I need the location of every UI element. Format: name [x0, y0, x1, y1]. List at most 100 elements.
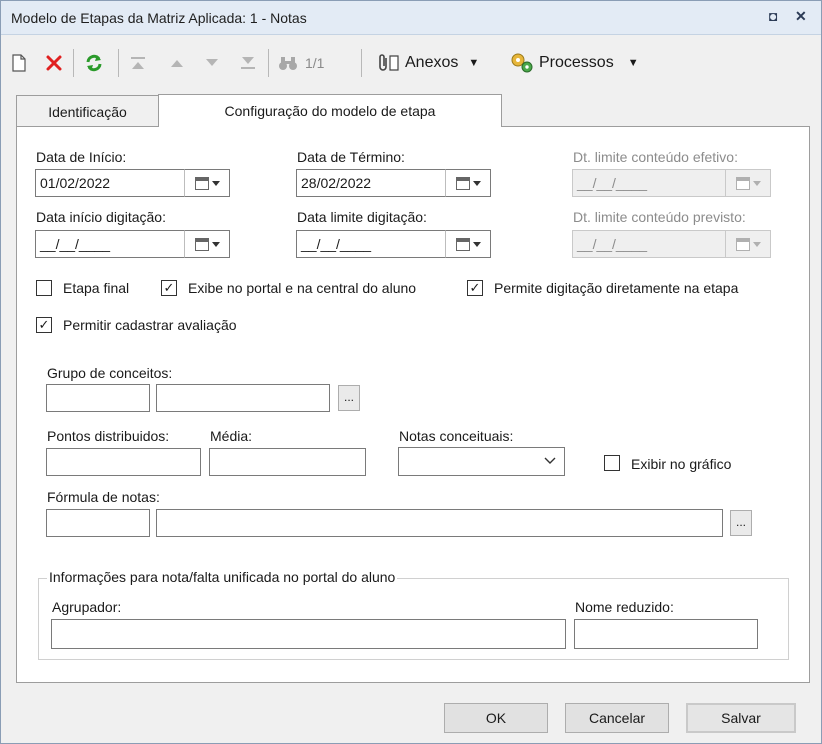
concept-notes-select[interactable] — [398, 447, 565, 476]
toolbar-separator — [268, 49, 269, 77]
calendar-icon — [455, 176, 470, 190]
final-stage-label: Etapa final — [63, 280, 130, 296]
search-button[interactable] — [278, 51, 298, 75]
start-date-label: Data de Início: — [36, 149, 127, 165]
formula-code-field[interactable] — [46, 509, 150, 537]
end-date-calendar-button[interactable] — [445, 169, 491, 197]
concept-group-lookup-button[interactable]: ... — [338, 385, 360, 411]
tab-configuracao[interactable]: Configuração do modelo de etapa — [158, 94, 502, 127]
calendar-icon — [194, 237, 209, 251]
short-name-label: Nome reduzido: — [575, 599, 674, 615]
short-name-field[interactable] — [574, 619, 758, 649]
average-field[interactable] — [209, 448, 366, 476]
show-portal-label: Exibe no portal e na central do aluno — [188, 280, 417, 296]
cancel-button[interactable]: Cancelar — [565, 703, 669, 733]
allow-evaluation-label: Permitir cadastrar avaliação — [63, 317, 237, 333]
typing-limit-calendar-button[interactable] — [445, 230, 491, 258]
attachments-button[interactable]: Anexos ▼ — [377, 51, 479, 75]
first-record-icon — [131, 57, 145, 69]
next-record-button[interactable] — [204, 51, 220, 75]
toolbar-separator — [118, 49, 119, 77]
processes-button[interactable]: Processos ▼ — [509, 51, 639, 75]
concept-group-code-field[interactable] — [46, 384, 150, 412]
refresh-button[interactable] — [84, 51, 104, 75]
typing-start-calendar-button[interactable] — [184, 230, 230, 258]
tab-identificacao[interactable]: Identificação — [16, 95, 159, 127]
planned-limit-label: Dt. limite conteúdo previsto: — [573, 209, 746, 225]
toolbar: 1/1 Anexos ▼ Processos ▼ — [1, 37, 821, 89]
final-stage-checkbox[interactable] — [36, 280, 52, 296]
typing-start-label: Data início digitação: — [36, 209, 166, 225]
typing-limit-label: Data limite digitação: — [297, 209, 427, 225]
chevron-down-icon — [752, 241, 761, 247]
chevron-down-icon — [752, 180, 761, 186]
calendar-icon — [735, 237, 750, 251]
concept-notes-label: Notas conceituais: — [399, 428, 514, 444]
tab-label: Configuração do modelo de etapa — [224, 103, 436, 119]
grouper-field[interactable] — [51, 619, 566, 649]
tab-label: Identificação — [48, 103, 127, 120]
last-record-icon — [241, 57, 255, 69]
show-chart-checkbox[interactable] — [604, 455, 620, 471]
planned-limit-field: __/__/____ — [572, 230, 726, 258]
toolbar-separator — [361, 49, 362, 77]
effective-limit-field: __/__/____ — [572, 169, 726, 197]
toolbar-separator — [73, 49, 74, 77]
planned-limit-calendar-button — [725, 230, 771, 258]
caret-down-icon: ▼ — [468, 57, 480, 69]
allow-typing-checkbox[interactable]: ✓ — [467, 280, 483, 296]
gears-icon — [511, 53, 533, 73]
start-date-field[interactable]: 01/02/2022 — [35, 169, 185, 197]
start-date-calendar-button[interactable] — [184, 169, 230, 197]
previous-record-button[interactable] — [169, 51, 185, 75]
end-date-field[interactable]: 28/02/2022 — [296, 169, 446, 197]
formula-field[interactable] — [156, 509, 723, 537]
close-icon[interactable]: ✕ — [795, 8, 807, 25]
new-record-button[interactable] — [11, 51, 27, 75]
arrow-up-icon — [171, 60, 183, 67]
window-title: Modelo de Etapas da Matriz Aplicada: 1 -… — [11, 10, 307, 26]
chevron-down-icon — [544, 457, 556, 464]
new-document-icon — [12, 54, 26, 72]
title-bar[interactable]: Modelo de Etapas da Matriz Aplicada: 1 -… — [1, 1, 821, 35]
delete-record-button[interactable] — [45, 51, 63, 75]
allow-evaluation-checkbox[interactable]: ✓ — [36, 317, 52, 333]
concept-group-label: Grupo de conceitos: — [47, 365, 173, 381]
chevron-down-icon — [211, 180, 220, 186]
refresh-icon — [86, 54, 102, 72]
ok-button[interactable]: OK — [444, 703, 548, 733]
dialog-window: Modelo de Etapas da Matriz Aplicada: 1 -… — [0, 0, 822, 744]
caret-down-icon: ▼ — [627, 57, 639, 69]
concept-group-name-field[interactable] — [156, 384, 330, 412]
chevron-down-icon — [472, 180, 481, 186]
average-label: Média: — [210, 428, 253, 444]
typing-start-field[interactable]: __/__/____ — [35, 230, 185, 258]
calendar-icon — [735, 176, 750, 190]
grouper-label: Agrupador: — [52, 599, 122, 615]
first-record-button[interactable] — [129, 51, 147, 75]
calendar-icon — [194, 176, 209, 190]
effective-limit-calendar-button — [725, 169, 771, 197]
chevron-down-icon — [472, 241, 481, 247]
show-chart-label: Exibir no gráfico — [631, 456, 732, 472]
show-portal-checkbox[interactable]: ✓ — [161, 280, 177, 296]
points-label: Pontos distribuidos: — [47, 428, 170, 444]
calendar-icon — [455, 237, 470, 251]
allow-typing-label: Permite digitação diretamente na etapa — [494, 280, 739, 296]
restore-icon[interactable]: ◘ — [769, 8, 777, 24]
points-field[interactable] — [46, 448, 201, 476]
typing-limit-field[interactable]: __/__/____ — [296, 230, 446, 258]
arrow-down-icon — [206, 59, 218, 66]
end-date-label: Data de Término: — [297, 149, 405, 165]
formula-label: Fórmula de notas: — [47, 489, 160, 505]
document-icon — [389, 55, 399, 71]
record-counter: 1/1 — [305, 55, 325, 71]
processes-label: Processos — [539, 54, 614, 71]
unified-info-title: Informações para nota/falta unificada no… — [47, 569, 398, 585]
formula-lookup-button[interactable]: ... — [730, 510, 752, 536]
save-button[interactable]: Salvar — [686, 703, 796, 733]
delete-x-icon — [46, 55, 62, 71]
last-record-button[interactable] — [239, 51, 257, 75]
chevron-down-icon — [211, 241, 220, 247]
effective-limit-label: Dt. limite conteúdo efetivo: — [573, 149, 738, 165]
